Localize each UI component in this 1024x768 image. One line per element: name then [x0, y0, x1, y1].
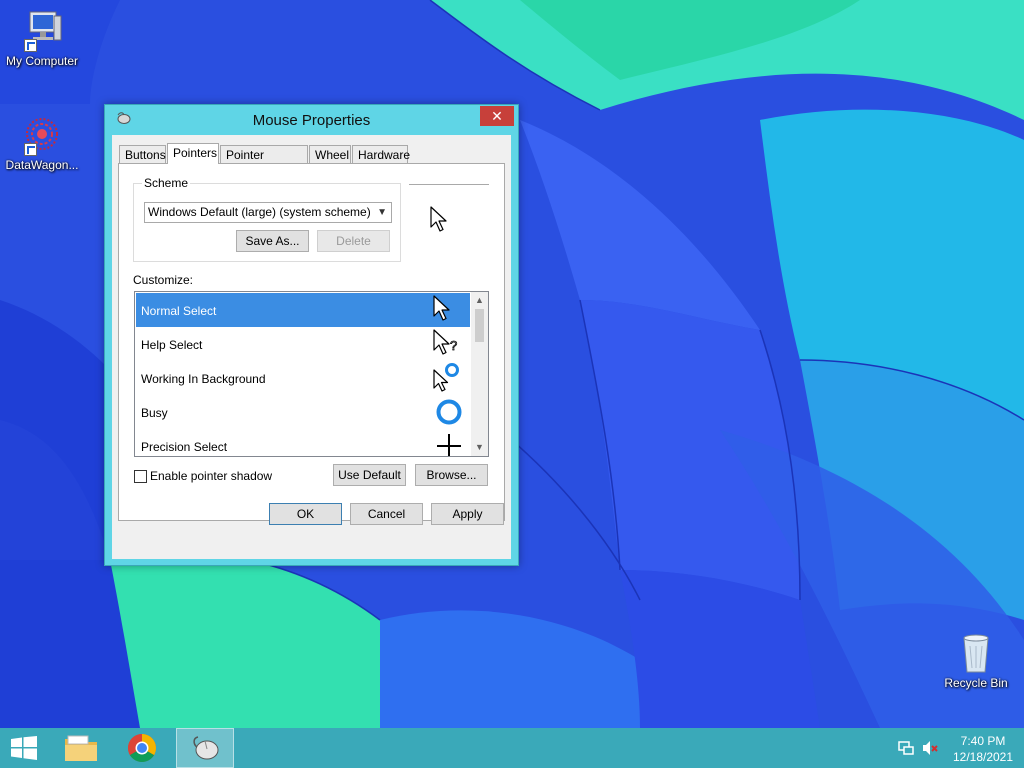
- desktop-icon-label: DataWagon...: [5, 158, 79, 172]
- customize-label: Customize:: [133, 273, 194, 287]
- tab-pointers[interactable]: Pointers: [167, 143, 219, 164]
- tab-wheel[interactable]: Wheel: [309, 145, 351, 163]
- tab-pointer-options[interactable]: Pointer Options: [220, 145, 308, 180]
- pointer-list[interactable]: Normal Select Help Select ? Working In B…: [134, 291, 489, 457]
- start-button[interactable]: [0, 728, 48, 768]
- clock[interactable]: 7:40 PM 12/18/2021: [946, 733, 1020, 765]
- taskbar-chrome[interactable]: [118, 728, 166, 768]
- speaker-muted-icon[interactable]: [922, 740, 938, 756]
- clock-time: 7:40 PM: [960, 734, 1006, 748]
- pointers-tab-panel: Scheme Windows Default (large) (system s…: [118, 163, 505, 521]
- scheme-group: Scheme Windows Default (large) (system s…: [133, 176, 401, 262]
- help-pointer-icon: ?: [433, 329, 458, 355]
- computer-icon: [20, 10, 64, 52]
- chevron-down-icon[interactable]: ▼: [471, 439, 488, 456]
- scheme-dropdown[interactable]: Windows Default (large) (system scheme) …: [144, 202, 392, 223]
- desktop-icon-label: My Computer: [5, 54, 79, 68]
- scheme-selected-value: Windows Default (large) (system scheme): [148, 205, 371, 219]
- desktop-icon-datawagon[interactable]: DataWagon...: [0, 114, 84, 172]
- mouse-properties-dialog: Mouse Properties ✕ Buttons Pointers Poin…: [104, 104, 519, 566]
- list-item-label: Working In Background: [141, 372, 266, 386]
- list-item[interactable]: Precision Select: [136, 429, 470, 456]
- save-as-button[interactable]: Save As...: [236, 230, 309, 252]
- arrow-pointer-icon: [430, 206, 447, 232]
- taskbar-mouse-properties[interactable]: [176, 728, 234, 768]
- datawagon-logo-icon: [20, 114, 64, 156]
- cancel-button[interactable]: Cancel: [350, 503, 423, 525]
- crosshair-icon: [437, 434, 461, 456]
- pointer-shadow-checkbox[interactable]: [134, 470, 147, 483]
- list-item-label: Help Select: [141, 338, 203, 352]
- pointer-preview: [409, 184, 489, 264]
- list-item[interactable]: Working In Background: [136, 361, 470, 395]
- busy-ring-icon: [436, 399, 462, 425]
- tab-hardware[interactable]: Hardware: [352, 145, 410, 163]
- use-default-button[interactable]: Use Default: [333, 464, 406, 486]
- dialog-title: Mouse Properties: [252, 112, 371, 129]
- ok-button[interactable]: OK: [269, 503, 342, 525]
- network-icon[interactable]: [898, 740, 914, 756]
- list-item[interactable]: Busy: [136, 395, 470, 429]
- working-pointer-icon: [433, 363, 459, 392]
- scrollbar-thumb[interactable]: [475, 309, 484, 342]
- arrow-pointer-icon: [433, 295, 450, 321]
- desktop-icon-my-computer[interactable]: My Computer: [0, 10, 84, 68]
- delete-button[interactable]: Delete: [317, 230, 390, 252]
- svg-text:?: ?: [450, 338, 457, 353]
- list-item-label: Precision Select: [141, 440, 228, 454]
- apply-button[interactable]: Apply: [431, 503, 504, 525]
- taskbar-file-explorer[interactable]: [58, 728, 104, 768]
- list-item[interactable]: Help Select ?: [136, 327, 470, 361]
- shortcut-arrow-icon: [24, 39, 37, 52]
- taskbar: 7:40 PM 12/18/2021: [0, 728, 1024, 768]
- desktop-icon-recycle-bin[interactable]: Recycle Bin: [934, 632, 1018, 690]
- list-item-label: Busy: [141, 406, 168, 420]
- recycle-bin-icon: [954, 632, 998, 674]
- start-icon: [11, 736, 37, 760]
- list-item[interactable]: Normal Select: [136, 293, 470, 327]
- list-item-label: Normal Select: [141, 304, 217, 318]
- dialog-client-area: Buttons Pointers Pointer Options Wheel H…: [112, 135, 511, 559]
- mouse-icon: [193, 736, 219, 760]
- pointer-shadow-label[interactable]: Enable pointer shadow: [150, 469, 272, 483]
- chevron-up-icon[interactable]: ▲: [471, 292, 488, 309]
- close-button[interactable]: ✕: [480, 106, 514, 126]
- tab-buttons[interactable]: Buttons: [119, 145, 166, 163]
- desktop-icon-label: Recycle Bin: [944, 676, 1008, 690]
- browse-button[interactable]: Browse...: [415, 464, 488, 486]
- chevron-down-icon: ▼: [377, 207, 387, 218]
- shortcut-arrow-icon: [24, 143, 37, 156]
- chrome-icon: [128, 734, 156, 762]
- clock-date: 12/18/2021: [952, 750, 1014, 764]
- list-scrollbar[interactable]: ▲ ▼: [471, 292, 488, 456]
- file-explorer-icon: [65, 735, 97, 761]
- scheme-group-label: Scheme: [142, 176, 191, 190]
- close-icon: ✕: [491, 108, 503, 124]
- title-bar[interactable]: Mouse Properties ✕: [105, 105, 518, 133]
